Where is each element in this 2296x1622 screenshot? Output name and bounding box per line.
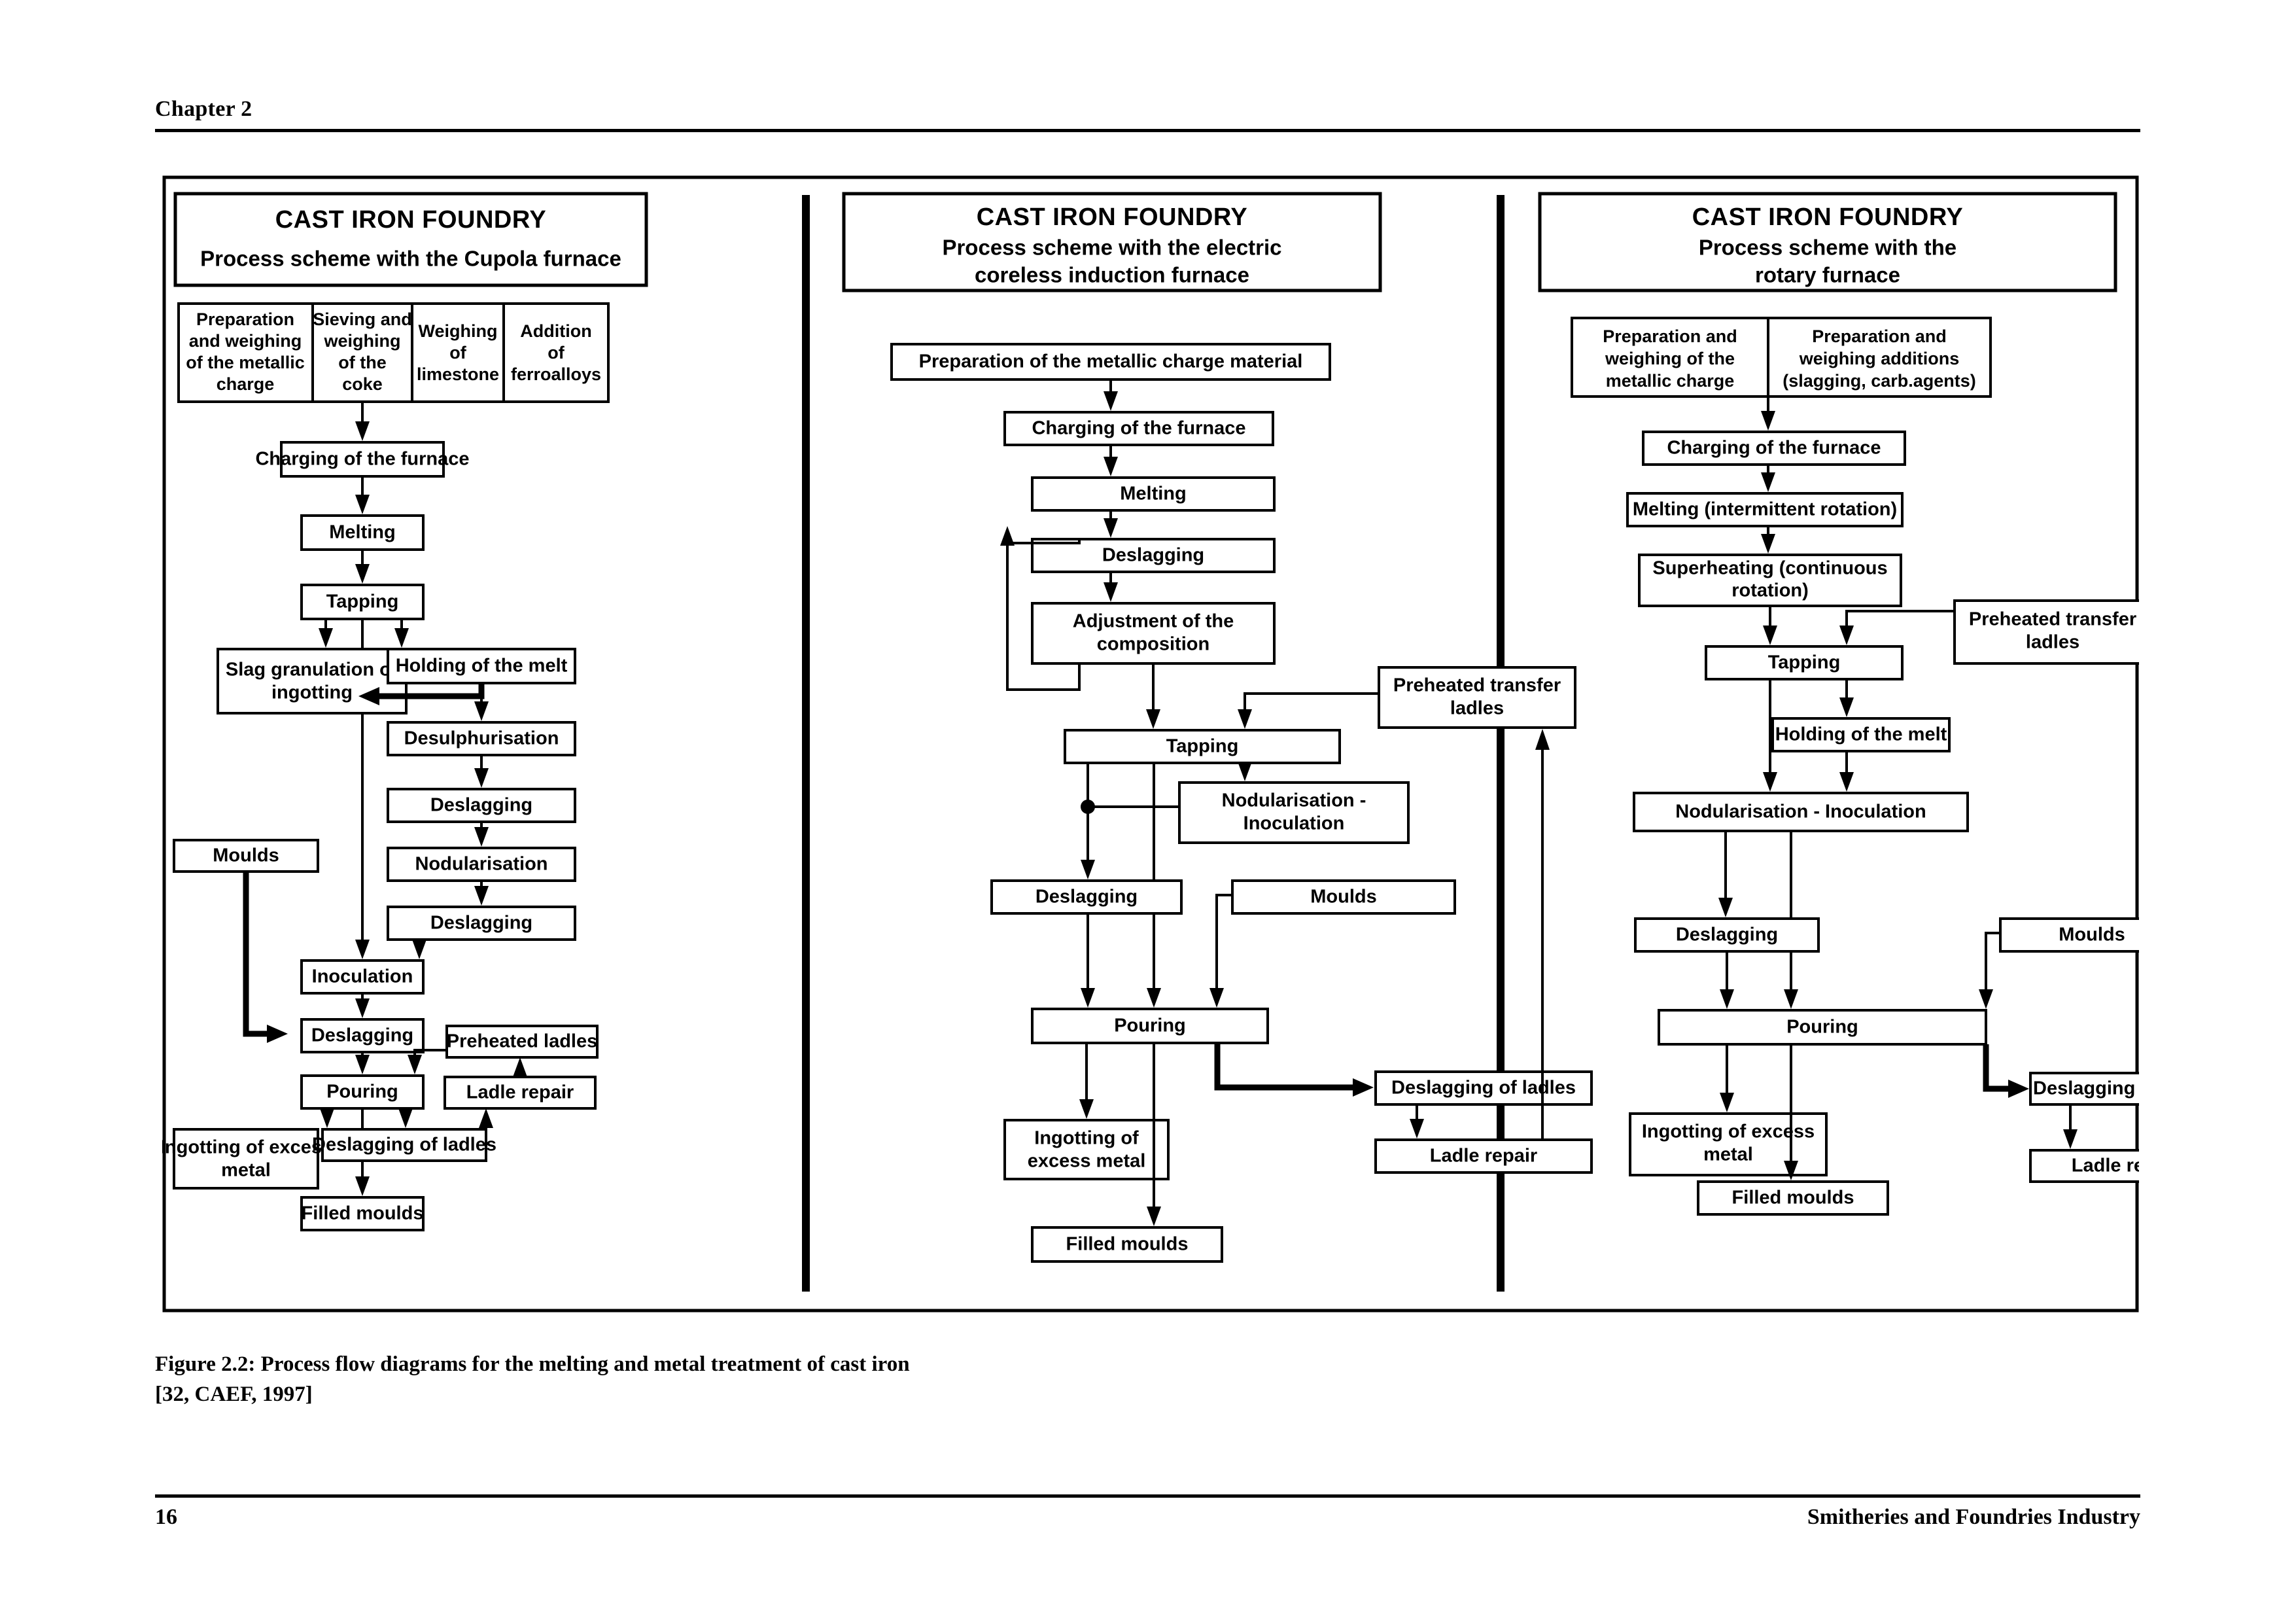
panel1-input-cell-1-l4: charge xyxy=(217,374,275,394)
panel3-label-ingotting-l1: Ingotting of excess xyxy=(1642,1121,1815,1142)
panel1-subtitle: Process scheme with the Cupola furnace xyxy=(200,247,621,271)
panel2-arrow-ladle-repair-to-preheated xyxy=(1535,729,1550,750)
panel1-label-ingotting-l2: metal xyxy=(221,1160,271,1181)
panel1-input-cell-2-l2: weighing xyxy=(324,331,401,351)
panel3-label-superheating-l1: Superheating (continuous xyxy=(1652,558,1887,579)
panel2-arrow-pouring-to-deslag-ladles xyxy=(1353,1078,1374,1097)
panel1-label-slag-l2: ingotting xyxy=(271,682,353,703)
panel1-label-ingotting-l1: Ingotting of excess xyxy=(162,1137,332,1158)
panel1-label-moulds: Moulds xyxy=(213,845,279,866)
panel2-label-adjustment-l2: composition xyxy=(1097,634,1209,655)
panel2-label-preparation: Preparation of the metallic charge mater… xyxy=(919,351,1303,372)
panel3-label-pouring: Pouring xyxy=(1786,1017,1858,1038)
panel3-arrow-pouring-to-deslag-ladles xyxy=(2008,1080,2029,1098)
panel3-label-deslagging: Deslagging xyxy=(1676,925,1778,945)
panel2-label-ladle-repair: Ladle repair xyxy=(1430,1146,1537,1167)
panel1-input-cell-3-l1: Weighing xyxy=(419,321,498,341)
panel1-label-deslag2: Deslagging xyxy=(430,913,532,934)
panel2-label-ingotting-l1: Ingotting of xyxy=(1034,1128,1139,1149)
panel1-input-cell-2-l3: of the xyxy=(338,353,387,372)
panel1-label-slag-l1: Slag granulation or xyxy=(226,660,398,680)
panel1-label-holding: Holding of the melt xyxy=(396,656,568,677)
panel3-label-superheating-l2: rotation) xyxy=(1731,580,1809,601)
panel3-label-deslag-ladles: Deslagging of ladles xyxy=(2033,1078,2139,1099)
panel3-label-filled-moulds: Filled moulds xyxy=(1732,1188,1854,1208)
panel2-subtitle-l2: coreless induction furnace xyxy=(975,263,1249,287)
panel1-arrow-moulds-to-pouring xyxy=(267,1025,288,1043)
panel1-input-cell-1-l1: Preparation xyxy=(196,309,294,329)
process-flow-diagram: CAST IRON FOUNDRY Process scheme with th… xyxy=(162,175,2139,1313)
panel2-arrow-recirculation xyxy=(1000,526,1015,546)
panel1-input-cell-1-l3: of the metallic xyxy=(186,353,305,372)
panel1-label-melting: Melting xyxy=(329,522,396,543)
panel3-input-cell-2-l3: (slagging, carb.agents) xyxy=(1783,371,1976,391)
panel2-label-filled-moulds: Filled moulds xyxy=(1066,1234,1189,1255)
panel2-label-adjustment-l1: Adjustment of the xyxy=(1073,611,1234,632)
panel2-label-tapping: Tapping xyxy=(1166,736,1239,757)
panel1-label-filled-moulds: Filled moulds xyxy=(302,1203,424,1224)
panel3-label-tapping: Tapping xyxy=(1768,652,1841,673)
panel1-input-cell-4-l1: Addition xyxy=(520,321,591,341)
panel1-label-inoculation: Inoculation xyxy=(312,966,413,987)
panel3-label-holding: Holding of the melt xyxy=(1775,724,1947,745)
panel1-input-cell-1-l2: and weighing xyxy=(189,331,302,351)
panel1-title: CAST IRON FOUNDRY xyxy=(275,206,547,234)
running-head: Chapter 2 xyxy=(155,97,252,121)
panel1-input-cell-4-l2: of xyxy=(548,343,565,362)
panel3-title: CAST IRON FOUNDRY xyxy=(1692,203,1964,231)
panel1-label-desulph: Desulphurisation xyxy=(404,728,559,749)
panel3-input-cell-2-l2: weighing additions xyxy=(1799,349,1960,368)
panel3-label-preheated-transfer-l2: ladles xyxy=(2026,632,2079,653)
panel3-input-cell-1-l1: Preparation and xyxy=(1603,326,1737,346)
footer-title: Smitheries and Foundries Industry xyxy=(1807,1505,2140,1529)
footer-rule xyxy=(155,1494,2140,1498)
panel1-label-nodularisation: Nodularisation xyxy=(415,854,548,875)
panel3-subtitle-l2: rotary furnace xyxy=(1755,263,1900,287)
header-rule xyxy=(155,129,2140,132)
panel3-label-charging: Charging of the furnace xyxy=(1667,438,1881,459)
panel1-input-cell-3-l3: limestone xyxy=(417,364,499,384)
page-number: 16 xyxy=(155,1505,177,1529)
panel2-label-ingotting-l2: excess metal xyxy=(1028,1151,1146,1172)
panel2-title: CAST IRON FOUNDRY xyxy=(977,203,1248,231)
panel1-label-pouring: Pouring xyxy=(326,1082,398,1102)
panel3-label-moulds: Moulds xyxy=(2059,925,2125,945)
panel3-input-cell-1-l2: weighing of the xyxy=(1605,349,1735,368)
panel3-label-ingotting-l2: metal xyxy=(1703,1144,1753,1165)
panel3-label-preheated-transfer-l1: Preheated transfer xyxy=(1969,609,2136,630)
panel2-label-nodularisation-l1: Nodularisation - xyxy=(1222,790,1366,811)
panel1-label-preheated-ladles: Preheated ladles xyxy=(447,1031,598,1052)
panel2-label-moulds: Moulds xyxy=(1310,887,1377,908)
panel1-input-cell-2-l4: coke xyxy=(342,374,383,394)
panel2-label-melting: Melting xyxy=(1120,484,1187,504)
document-page: Chapter 2 CAST IRON FOUNDRY Process sche… xyxy=(0,0,2296,1622)
panel3-input-cell-1-l3: metallic charge xyxy=(1606,371,1735,391)
panel1-label-deslag3: Deslagging xyxy=(311,1025,413,1046)
panel2-label-pouring: Pouring xyxy=(1114,1015,1186,1036)
panel1-input-cell-2-l1: Sieving and xyxy=(313,309,412,329)
panel2-label-charging: Charging of the furnace xyxy=(1032,418,1245,439)
panel2-label-preheated-transfer-l2: ladles xyxy=(1450,698,1504,719)
panel1-label-deslag-ladles: Deslagging of ladles xyxy=(312,1135,496,1155)
panel2-label-deslag2: Deslagging xyxy=(1035,887,1138,908)
panel3-subtitle-l1: Process scheme with the xyxy=(1699,236,1957,260)
panel1-label-ladle-repair: Ladle repair xyxy=(466,1082,574,1103)
panel2-label-preheated-transfer-l1: Preheated transfer xyxy=(1393,675,1561,696)
panel2-label-deslagging: Deslagging xyxy=(1102,545,1204,566)
panel1-label-deslag1: Deslagging xyxy=(430,795,532,816)
panel1-input-cell-3-l2: of xyxy=(449,343,466,362)
panel2-label-nodularisation-l2: Inoculation xyxy=(1244,813,1345,834)
panel3-label-nodularisation: Nodularisation - Inoculation xyxy=(1675,802,1926,822)
panel2-subtitle-l1: Process scheme with the electric xyxy=(942,236,1281,260)
figure-caption: Figure 2.2: Process flow diagrams for th… xyxy=(155,1352,910,1406)
panel1-input-cell-4-l3: ferroalloys xyxy=(511,364,601,384)
panel3-label-ladle-repair: Ladle repair xyxy=(2072,1155,2139,1176)
figure-2-2: CAST IRON FOUNDRY Process scheme with th… xyxy=(162,175,2139,1313)
panel1-label-charging: Charging of the furnace xyxy=(255,449,469,470)
panel3-input-cell-2-l1: Preparation and xyxy=(1812,326,1947,346)
panel3-label-melting: Melting (intermittent rotation) xyxy=(1633,499,1897,520)
panel2-label-deslag-ladles: Deslagging of ladles xyxy=(1391,1078,1576,1099)
panel1-label-tapping: Tapping xyxy=(326,591,399,612)
